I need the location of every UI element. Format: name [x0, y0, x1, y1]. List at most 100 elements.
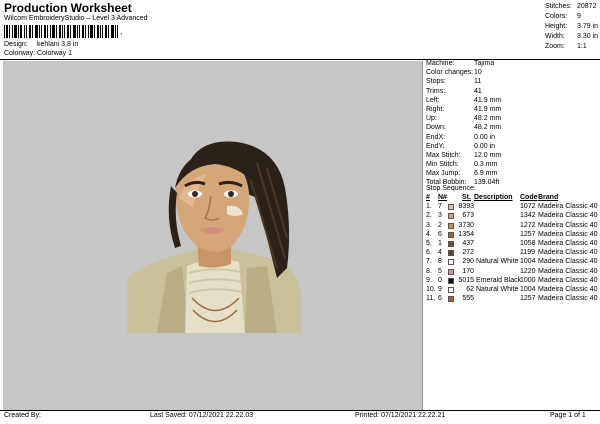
detail-label: Max Jump:	[426, 170, 461, 178]
row-brand: Madeira Classic 40	[538, 212, 598, 220]
row-brand: Madeira Classic 40	[538, 239, 598, 247]
row-stitches: 62	[466, 285, 474, 293]
row-needle: 0	[438, 276, 442, 284]
summary-value: 3.30 in	[577, 33, 599, 40]
detail-value: 11	[474, 78, 482, 86]
color-swatch	[448, 231, 454, 238]
design-label: Design:	[4, 41, 28, 48]
summary-row: Colors: 9	[545, 13, 600, 23]
detail-label: Down:	[426, 124, 446, 132]
color-swatch	[448, 296, 454, 303]
row-code: 1272	[520, 221, 536, 229]
page-title: Production Worksheet	[4, 1, 132, 15]
summary-row: Width: 3.30 in	[545, 33, 600, 43]
design-value: kehlani 3,8 in	[37, 41, 79, 48]
summary-row: Zoom: 1:1	[545, 43, 600, 53]
summary-label: Height:	[545, 23, 568, 30]
detail-row: Up: 48.2 mm	[424, 115, 600, 124]
row-code: 1072	[520, 203, 536, 211]
row-description: Emerald Black	[476, 276, 522, 284]
row-stitches: 272	[462, 249, 474, 257]
detail-value: Tajima	[474, 60, 495, 67]
stop-sequence-table: # N# St. Description Code Brand 1. 7 8393 1…	[424, 194, 600, 304]
row-index: 10.	[426, 285, 436, 293]
table-row: 5. 1 437 1058 Madeira Classic 40	[424, 240, 600, 249]
color-swatch	[448, 286, 454, 293]
barcode-caption: ,	[120, 27, 123, 36]
created-by: Created By:	[4, 412, 41, 419]
table-row: 8. 5 170 1220 Madeira Classic 40	[424, 268, 600, 277]
embroidery-portrait-image	[127, 141, 302, 333]
table-header-row: # N# St. Description Code Brand	[424, 194, 600, 203]
detail-row: Machine: Tajima	[424, 60, 600, 69]
detail-row: Stops: 11	[424, 78, 600, 87]
color-swatch	[448, 222, 454, 229]
row-index: 5.	[426, 239, 432, 247]
row-index: 9.	[426, 276, 432, 284]
design-preview	[3, 61, 423, 410]
row-needle: 3	[438, 212, 442, 220]
detail-row: EndX: 0.00 in	[424, 134, 600, 143]
detail-label: Left:	[426, 96, 440, 104]
colorway-value: Colorway 1	[37, 50, 73, 57]
color-swatch	[448, 259, 454, 266]
row-code: 1199	[520, 249, 536, 257]
summary-label: Zoom:	[545, 43, 565, 50]
table-row: 10. 9 62 Natural White 1004 Madeira Classic 4…	[424, 286, 600, 295]
color-swatch	[448, 250, 454, 257]
row-brand: Madeira Classic 40	[538, 221, 598, 229]
detail-label: EndX:	[426, 133, 446, 141]
col-header-brand: Brand	[538, 194, 559, 201]
row-stitches: 290	[462, 258, 474, 266]
table-row: 9. 0 5015 Emerald Black 1000 Madeira Classic …	[424, 277, 600, 286]
row-stitches: 1354	[458, 230, 474, 238]
col-header-description: Description	[474, 194, 513, 201]
detail-value: 48.2 mm	[474, 115, 502, 123]
col-header-needle: N#	[438, 194, 447, 201]
row-index: 6.	[426, 249, 432, 257]
detail-value: 139.04ft	[474, 179, 500, 187]
summary-panel: Stitches: 20872 Colors: 9 Height: 3.79 in W…	[545, 3, 600, 53]
row-stitches: 3730	[458, 221, 474, 229]
row-code: 1004	[520, 258, 536, 266]
row-needle: 7	[438, 203, 442, 211]
row-code: 1004	[520, 285, 536, 293]
row-stitches: 8393	[458, 203, 474, 211]
row-index: 11.	[426, 295, 436, 303]
row-needle: 8	[438, 258, 442, 266]
row-brand: Madeira Classic 40	[538, 276, 598, 284]
detail-value: 12.0 mm	[474, 151, 502, 159]
row-brand: Madeira Classic 40	[538, 285, 598, 293]
row-index: 3.	[426, 221, 432, 229]
col-header-index: #	[426, 194, 430, 201]
row-description: Natural White	[476, 285, 519, 293]
table-row: 2. 3 673 1342 Madeira Classic 40	[424, 212, 600, 221]
color-swatch	[448, 213, 454, 220]
colorway-label: Colorway:	[4, 50, 36, 57]
color-swatch	[448, 277, 454, 284]
row-index: 1.	[426, 203, 432, 211]
detail-label: Trims:	[426, 87, 446, 95]
detail-row: Max Jump: 6.9 mm	[424, 170, 600, 179]
summary-row: Stitches: 20872	[545, 3, 600, 13]
col-header-stitches: St.	[462, 194, 471, 201]
summary-label: Stitches:	[545, 3, 572, 10]
row-needle: 2	[438, 221, 442, 229]
detail-value: 41.9 mm	[474, 96, 502, 104]
detail-label: Machine:	[426, 60, 455, 67]
table-row: 7. 8 290 Natural White 1004 Madeira Classic 4…	[424, 258, 600, 267]
col-header-code: Code	[520, 194, 538, 201]
stop-sequence-title: Stop Sequence:	[426, 185, 476, 192]
footer-divider	[0, 410, 600, 411]
detail-label: EndY:	[426, 142, 445, 150]
software-name: Wilcom EmbroideryStudio – Level 3 Advanc…	[4, 15, 148, 22]
summary-label: Width:	[545, 33, 565, 40]
row-needle: 9	[438, 285, 442, 293]
detail-value: 0.00 in	[474, 133, 496, 141]
row-index: 7.	[426, 258, 432, 266]
details-panel: Machine: Tajima Color changes: 10 Stops: 11…	[424, 60, 600, 189]
row-code: 1000	[520, 276, 536, 284]
row-index: 2.	[426, 212, 432, 220]
row-needle: 5	[438, 267, 442, 275]
row-brand: Madeira Classic 40	[538, 258, 598, 266]
